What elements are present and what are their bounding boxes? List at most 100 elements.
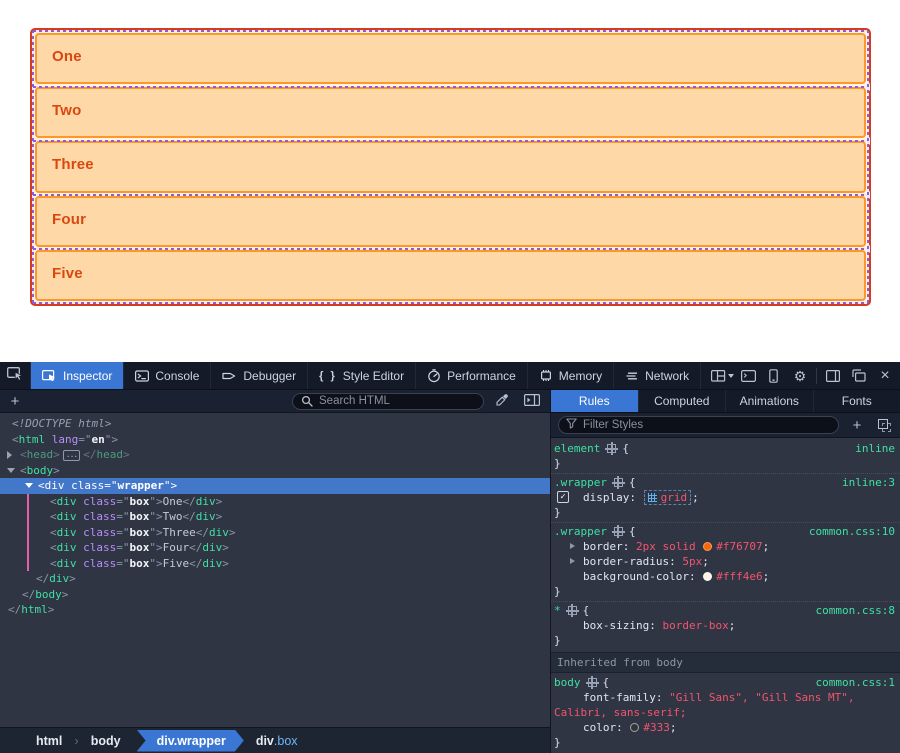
property-value[interactable]: #f76707 [716,540,762,553]
expand-arrow-icon[interactable] [7,468,15,473]
expand-arrow-icon[interactable] [570,543,575,549]
css-declaration[interactable]: ✓display: grid; [551,490,900,505]
highlighter-target-icon[interactable] [607,444,616,453]
css-declaration[interactable]: border: 2px solid #f76707; [551,539,900,554]
tab-performance[interactable]: Performance [416,362,528,389]
property-name[interactable]: display [583,491,629,504]
rule-source-link[interactable]: common.css:10 [809,524,900,539]
property-value[interactable]: #333 [643,721,670,734]
sidebar-tab-label: Fonts [842,394,872,408]
tab-inspector[interactable]: Inspector [31,362,124,389]
markup-row[interactable]: </body> [0,587,550,603]
declaration-checkbox[interactable]: ✓ [557,491,569,503]
rule-source-link[interactable]: common.css:1 [816,675,900,690]
property-name[interactable]: font-family [583,691,656,704]
markup-token: head [96,448,123,461]
highlighter-target-icon[interactable] [614,478,623,487]
markup-row[interactable]: <div class="box">Three</div> [0,525,550,541]
property-value[interactable]: #fff4e6 [716,570,762,583]
rule-selector[interactable]: * [554,604,561,617]
split-console-button[interactable] [735,362,761,390]
box-label: One [52,48,82,65]
filter-styles-input[interactable]: Filter Styles [558,416,839,434]
markup-row[interactable]: <div class="box">Four</div> [0,540,550,556]
markup-row[interactable]: <body> [0,463,550,479]
markup-token: box [130,510,150,523]
grid-box: Four [35,196,866,247]
markup-token: box [130,526,150,539]
highlighter-target-icon[interactable] [568,606,577,615]
breadcrumb-item-div-wrapper[interactable]: div.wrapper [137,730,244,752]
sidebar-tab-fonts[interactable]: Fonts [814,390,900,412]
property-value[interactable]: 2px solid [636,540,702,553]
css-declaration[interactable]: background-color: #fff4e6; [551,569,900,584]
sidebar-tab-computed[interactable]: Computed [639,390,727,412]
property-value[interactable]: "Gill Sans", "Gill Sans MT", [669,691,854,704]
rule-selector[interactable]: element [554,442,600,455]
markup-row[interactable]: </html> [0,602,550,618]
markup-row[interactable]: <div class="wrapper"> [0,478,550,494]
add-node-button[interactable]: + [6,394,24,409]
markup-row[interactable]: </div> [0,571,550,587]
color-swatch[interactable] [703,572,712,581]
highlighter-target-icon[interactable] [614,527,623,536]
grid-toggle-value[interactable]: grid [644,490,692,505]
breadcrumb-item-div[interactable]: div.box [244,734,310,748]
expand-arrow-icon[interactable] [570,558,575,564]
property-name[interactable]: border [583,540,623,553]
responsive-design-button[interactable] [709,362,735,390]
sidebar-tabs: RulesComputedAnimations Fonts [551,390,900,413]
expand-arrow-icon[interactable] [7,451,12,459]
window-popout-button[interactable] [846,362,872,390]
three-pane-toggle-button[interactable] [520,394,544,409]
class-panel-button[interactable] [875,419,893,432]
search-input[interactable]: Search HTML [292,393,484,410]
add-rule-button[interactable]: + [848,418,866,433]
rule-selector[interactable]: .wrapper [554,476,607,489]
settings-gear-button[interactable]: ⚙ [787,362,813,390]
sidebar-tab-rules[interactable]: Rules [551,390,639,412]
tab-memory[interactable]: Memory [528,362,614,389]
device-button[interactable] [761,362,787,390]
markup-row[interactable]: <html lang="en"> [0,432,550,448]
settings-gear-icon: ⚙ [794,369,807,383]
property-value[interactable]: border-box [662,619,728,632]
property-value[interactable]: 5px [682,555,702,568]
tab-style-editor[interactable]: { }Style Editor [308,362,416,389]
property-name[interactable]: background-color [583,570,689,583]
markup-row[interactable]: <div class="box">Five</div> [0,556,550,572]
property-name[interactable]: border-radius [583,555,669,568]
property-value[interactable]: grid [661,491,688,504]
sidebar-toggle-button[interactable] [820,362,846,390]
css-declaration[interactable]: border-radius: 5px; [551,554,900,569]
rule-selector[interactable]: body [554,676,581,689]
close-button[interactable]: × [872,362,898,390]
css-declaration[interactable]: box-sizing: border-box; [551,618,900,633]
css-declaration[interactable]: color: #333; [551,720,900,735]
rule-source-link[interactable]: inline:3 [842,475,900,490]
breadcrumb-item-html[interactable]: html [24,734,74,748]
rule-source-link[interactable]: inline [855,441,900,456]
css-declaration[interactable]: font-family: "Gill Sans", "Gill Sans MT"… [551,690,900,705]
markup-row[interactable]: <div class="box">Two</div> [0,509,550,525]
tab-debugger[interactable]: Debugger [211,362,308,389]
breadcrumb-item-body[interactable]: body [79,734,133,748]
tab-network[interactable]: Network [614,362,701,389]
rule-source-link[interactable]: common.css:8 [816,603,900,618]
expand-arrow-icon[interactable] [25,483,33,488]
property-name[interactable]: color [583,721,616,734]
color-swatch[interactable] [703,542,712,551]
markup-row[interactable]: <div class="box">One</div> [0,494,550,510]
tab-console[interactable]: Console [124,362,211,389]
markup-row[interactable]: <head>...</head> [0,447,550,463]
collapsed-ellipsis-badge[interactable]: ... [63,450,80,461]
highlighter-target-icon[interactable] [588,678,597,687]
css-rule: common.css:1body{font-family: "Gill Sans… [551,674,900,752]
rule-selector[interactable]: .wrapper [554,525,607,538]
sidebar-tab-animations[interactable]: Animations [726,390,814,412]
pick-element-button[interactable] [0,362,31,389]
color-swatch[interactable] [630,723,639,732]
property-name[interactable]: box-sizing [583,619,649,632]
eyedropper-button[interactable] [490,393,514,410]
markup-row[interactable]: <!DOCTYPE html> [0,416,550,432]
